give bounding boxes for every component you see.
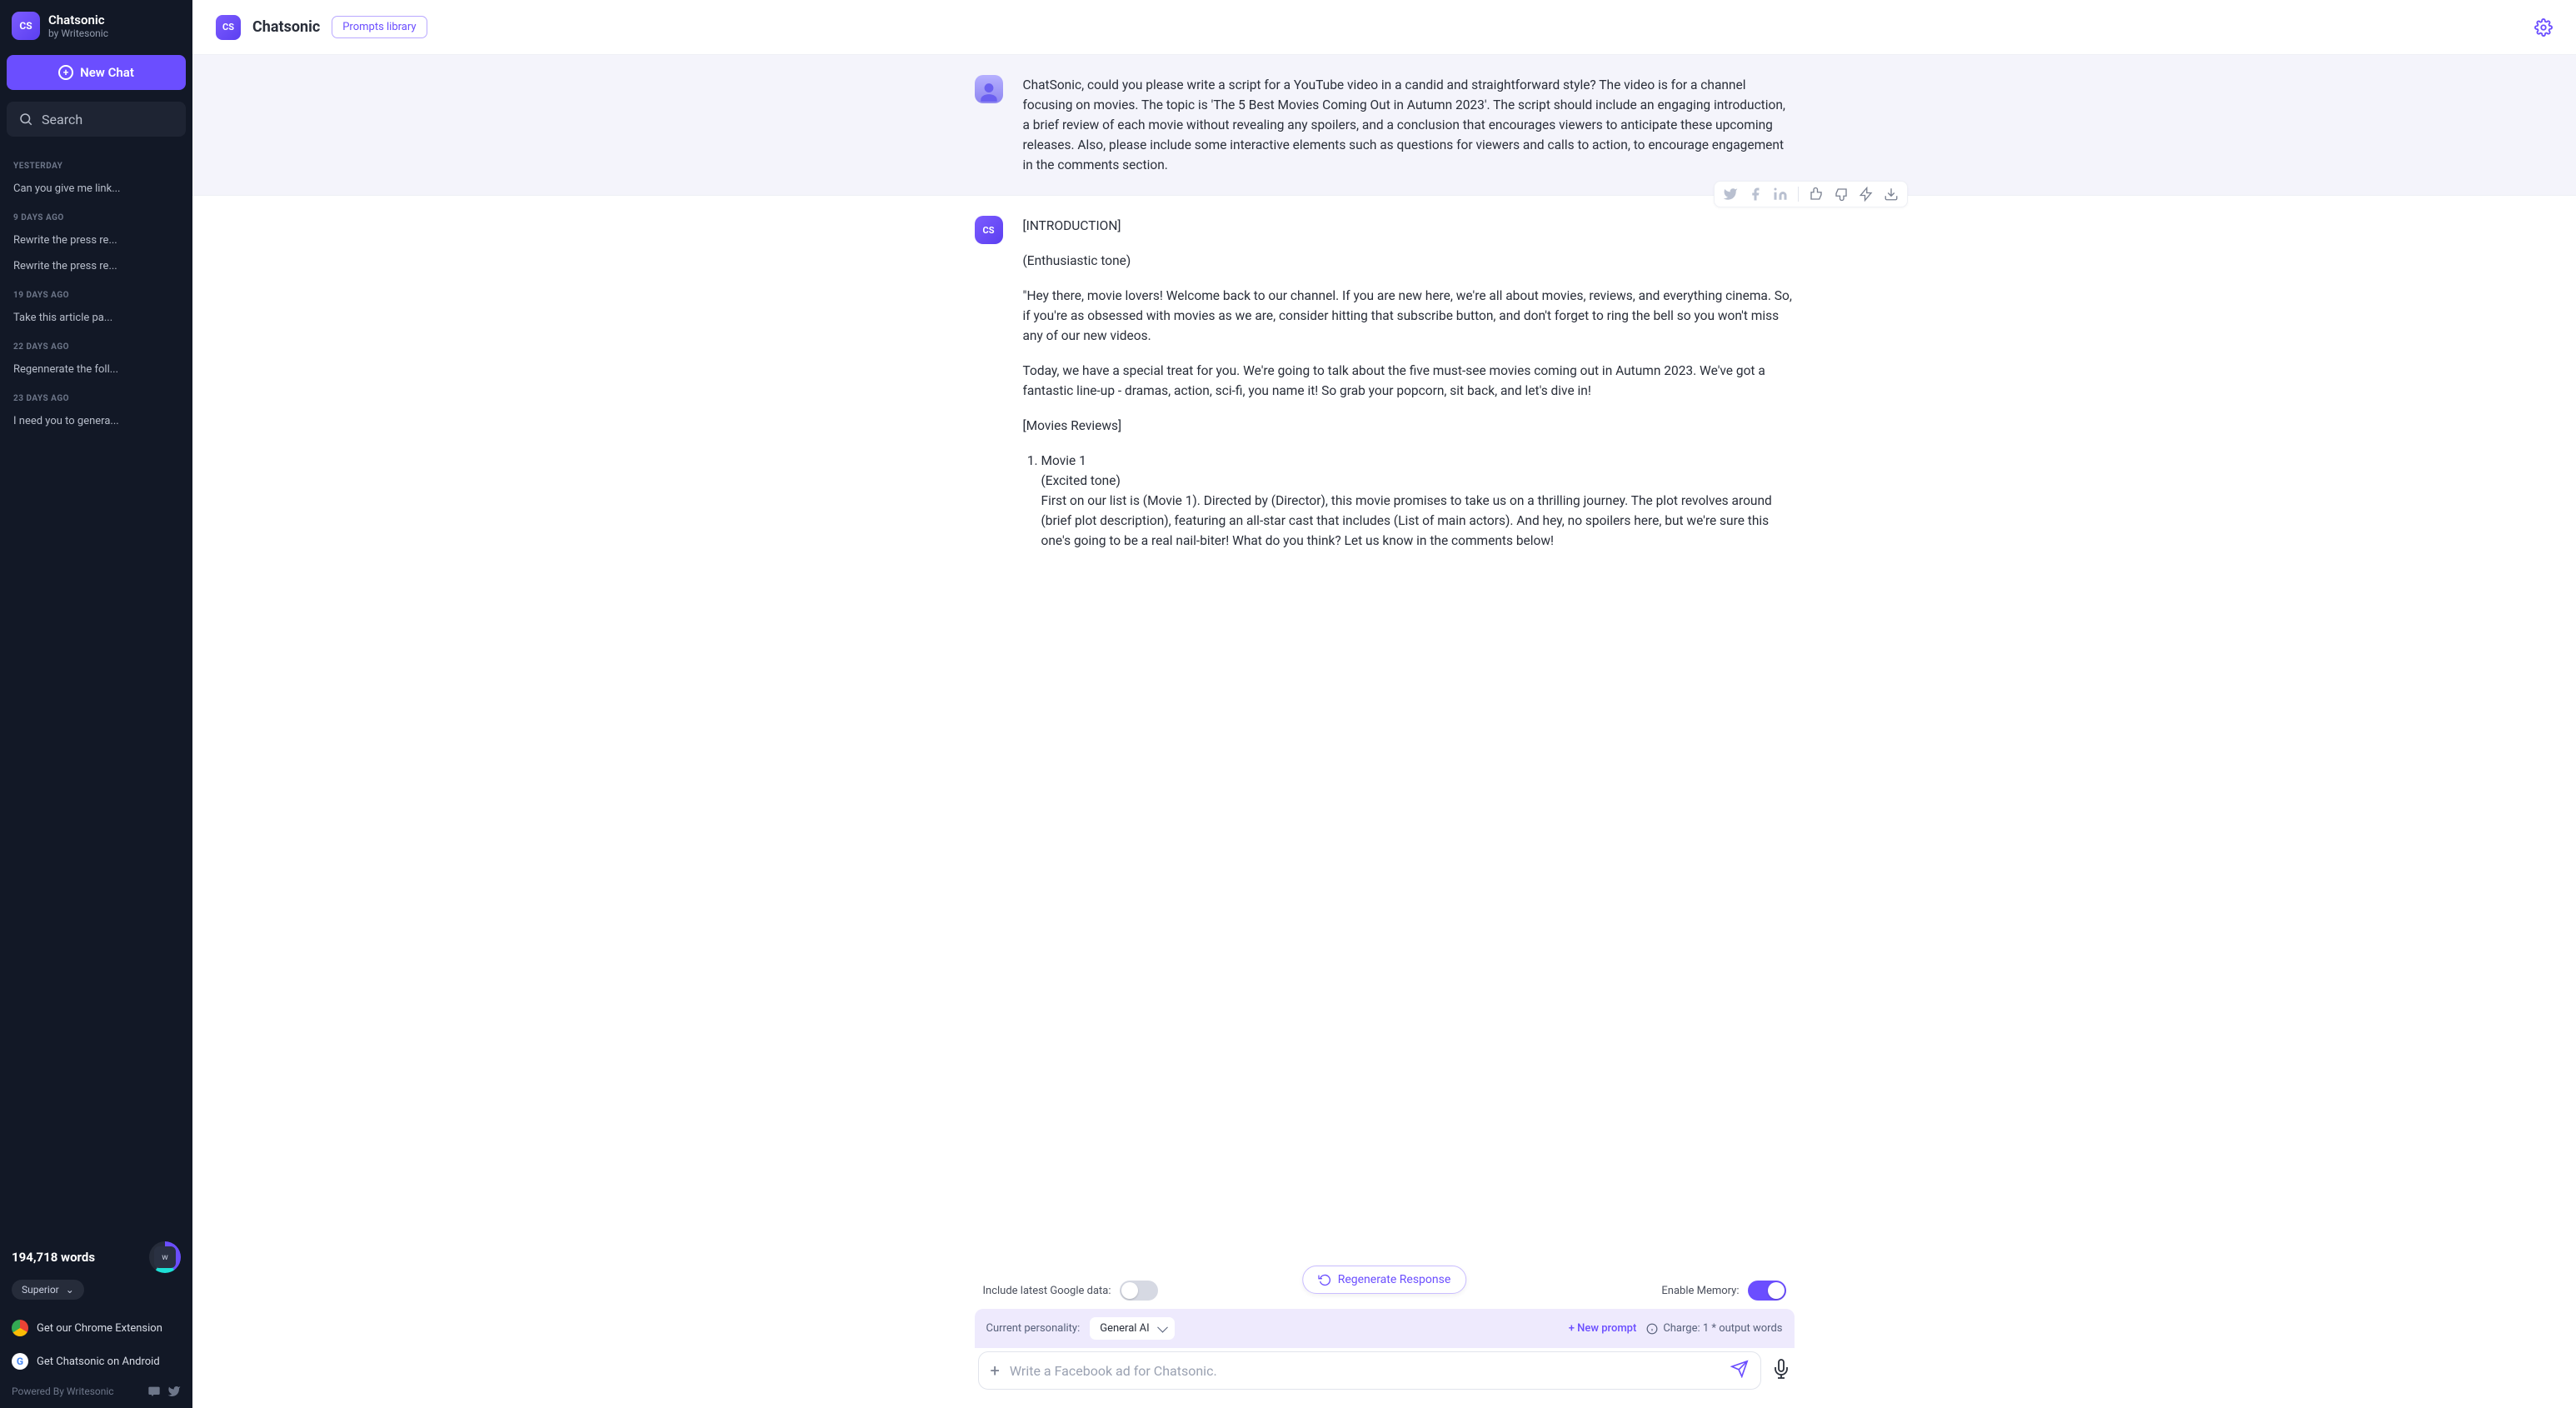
- plus-icon: +: [58, 65, 73, 80]
- user-message-row: ChatSonic, could you please write a scri…: [192, 55, 2576, 196]
- mic-button[interactable]: [1771, 1359, 1791, 1382]
- memory-toggle-label: Enable Memory:: [1661, 1285, 1739, 1297]
- word-count: 194,718 words: [12, 1250, 95, 1265]
- chrome-icon: [12, 1320, 28, 1336]
- answer-p: [INTRODUCTION]: [1023, 216, 1795, 236]
- sidebar: CS Chatsonic by Writesonic + New Chat Se…: [0, 0, 192, 1408]
- attach-icon[interactable]: +: [991, 1361, 1000, 1381]
- powered-label: Powered By Writesonic: [12, 1386, 114, 1397]
- movie-body: First on our list is (Movie 1). Directed…: [1041, 493, 1772, 548]
- refresh-icon: [1318, 1273, 1331, 1286]
- google-icon: G: [12, 1353, 28, 1370]
- powered-by: Powered By Writesonic: [12, 1378, 181, 1398]
- personality-select[interactable]: General AI: [1090, 1317, 1174, 1340]
- android-link[interactable]: G Get Chatsonic on Android: [12, 1345, 181, 1378]
- regenerate-label: Regenerate Response: [1338, 1273, 1451, 1286]
- composer-input-box: +: [978, 1351, 1761, 1390]
- answer-p: "Hey there, movie lovers! Welcome back t…: [1023, 286, 1795, 346]
- thumbs-up-icon[interactable]: [1809, 187, 1824, 202]
- plan-label: Superior: [22, 1284, 59, 1296]
- facebook-share-icon[interactable]: [1748, 187, 1763, 202]
- chat-history-item[interactable]: I need you to genera...: [0, 408, 192, 434]
- new-prompt-button[interactable]: + New prompt: [1569, 1322, 1637, 1335]
- brand-block: CS Chatsonic by Writesonic: [0, 0, 192, 45]
- page-title: Chatsonic: [252, 18, 320, 36]
- composer-input[interactable]: [1010, 1363, 1720, 1379]
- answer-p: Today, we have a special treat for you. …: [1023, 361, 1795, 401]
- charge-text: Charge: 1 * output words: [1663, 1322, 1782, 1335]
- chat-history-item[interactable]: Rewrite the press re...: [0, 253, 192, 279]
- message-action-bar: [1714, 181, 1908, 207]
- twitter-share-icon[interactable]: [1723, 187, 1738, 202]
- section-label: 23 DAYS AGO: [0, 382, 192, 408]
- movie-tone: (Excited tone): [1041, 473, 1121, 488]
- linkedin-share-icon[interactable]: [1773, 187, 1788, 202]
- main-panel: CS Chatsonic Prompts library ChatSonic, …: [192, 0, 2576, 1408]
- brand-text: Chatsonic by Writesonic: [48, 12, 108, 39]
- google-toggle-label: Include latest Google data:: [983, 1285, 1111, 1297]
- personality-row: Current personality: General AI + New pr…: [975, 1309, 1795, 1348]
- answer-p: [Movies Reviews]: [1023, 416, 1795, 436]
- chat-history-item[interactable]: Can you give me link...: [0, 176, 192, 202]
- answer-list-item: Movie 1 (Excited tone) First on our list…: [1041, 451, 1795, 551]
- chevron-down-icon: ⌄: [66, 1284, 74, 1296]
- personality-label: Current personality:: [986, 1322, 1081, 1335]
- topbar: CS Chatsonic Prompts library: [192, 0, 2576, 55]
- sidebar-footer: 194,718 words w Superior ⌄ Get our Chrom…: [0, 1233, 192, 1408]
- link-label: Get Chatsonic on Android: [37, 1356, 160, 1368]
- brand-sub: by Writesonic: [48, 27, 108, 39]
- usage-ring-icon[interactable]: w: [149, 1241, 181, 1273]
- brand-logo: CS: [12, 12, 40, 40]
- discord-icon[interactable]: [147, 1385, 161, 1398]
- bolt-icon[interactable]: [1859, 187, 1874, 202]
- chat-history-item[interactable]: Regennerate the foll...: [0, 357, 192, 382]
- user-message-text: ChatSonic, could you please write a scri…: [1023, 75, 1795, 175]
- search-placeholder: Search: [42, 112, 82, 127]
- section-label: 22 DAYS AGO: [0, 331, 192, 357]
- memory-toggle[interactable]: [1748, 1281, 1786, 1301]
- assistant-message-text: [INTRODUCTION] (Enthusiastic tone) "Hey …: [1023, 216, 1795, 554]
- brand-title: Chatsonic: [48, 12, 108, 27]
- thumbs-down-icon[interactable]: [1834, 187, 1849, 202]
- section-label: YESTERDAY: [0, 150, 192, 176]
- chat-scroll[interactable]: ChatSonic, could you please write a scri…: [192, 55, 2576, 1281]
- assistant-message-row: CS [INTRODUCTION] (Enthusiastic tone) "H…: [192, 196, 2576, 574]
- section-label: 9 DAYS AGO: [0, 202, 192, 227]
- plan-selector[interactable]: Superior ⌄: [12, 1280, 84, 1300]
- new-chat-button[interactable]: + New Chat: [7, 55, 186, 90]
- personality-value: General AI: [1100, 1322, 1149, 1335]
- regenerate-button[interactable]: Regenerate Response: [1302, 1266, 1467, 1294]
- send-button[interactable]: [1730, 1360, 1749, 1381]
- assistant-avatar: CS: [975, 216, 1003, 244]
- google-data-toggle[interactable]: [1120, 1281, 1158, 1301]
- search-input[interactable]: Search: [7, 102, 186, 137]
- search-icon: [18, 112, 33, 127]
- app-logo-small: CS: [216, 15, 241, 40]
- download-icon[interactable]: [1884, 187, 1899, 202]
- chat-history: YESTERDAY Can you give me link... 9 DAYS…: [0, 142, 192, 1233]
- composer-zone: Regenerate Response Include latest Googl…: [192, 1281, 2576, 1408]
- charge-info: Charge: 1 * output words: [1646, 1322, 1782, 1335]
- movie-title: Movie 1: [1041, 453, 1086, 468]
- twitter-icon[interactable]: [167, 1385, 181, 1398]
- memory-toggle-group: Enable Memory:: [1661, 1281, 1785, 1301]
- user-avatar: [975, 75, 1003, 103]
- info-icon: [1646, 1323, 1658, 1335]
- new-chat-label: New Chat: [80, 65, 134, 80]
- link-label: Get our Chrome Extension: [37, 1322, 162, 1335]
- prompts-library-button[interactable]: Prompts library: [332, 16, 427, 38]
- chat-history-item[interactable]: Rewrite the press re...: [0, 227, 192, 253]
- chat-history-item[interactable]: Take this article pa...: [0, 305, 192, 331]
- answer-p: (Enthusiastic tone): [1023, 251, 1795, 271]
- chrome-extension-link[interactable]: Get our Chrome Extension: [12, 1311, 181, 1345]
- section-label: 19 DAYS AGO: [0, 279, 192, 305]
- google-data-toggle-group: Include latest Google data:: [983, 1281, 1158, 1301]
- settings-icon[interactable]: [2534, 18, 2553, 37]
